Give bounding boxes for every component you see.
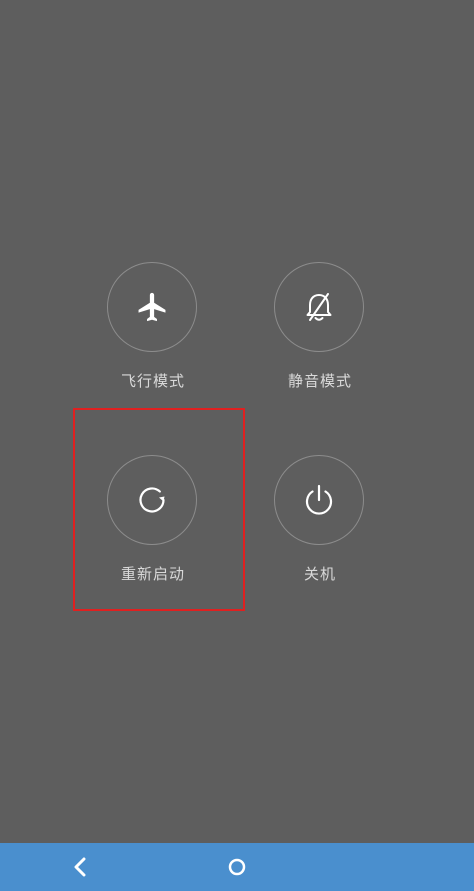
back-button[interactable]: [64, 853, 96, 881]
airplane-mode-label: 飞行模式: [120, 372, 185, 390]
airplane-icon: [138, 292, 166, 322]
home-circle-icon: [228, 858, 246, 876]
airplane-mode-button[interactable]: [107, 262, 197, 352]
bell-off-icon: [306, 293, 332, 321]
power-menu-screen: 飞行模式 静音模式 重新启动 关机: [0, 0, 474, 891]
airplane-mode-action[interactable]: 飞行模式: [93, 262, 213, 402]
silent-mode-label: 静音模式: [287, 372, 352, 390]
power-off-button[interactable]: [274, 455, 364, 545]
power-off-label: 关机: [303, 565, 336, 583]
navigation-bar: [0, 843, 474, 891]
power-icon: [305, 484, 333, 515]
reboot-highlight-box: [73, 408, 245, 611]
power-off-action[interactable]: 关机: [260, 455, 380, 595]
silent-mode-button[interactable]: [274, 262, 364, 352]
silent-mode-action[interactable]: 静音模式: [260, 262, 380, 402]
home-button[interactable]: [221, 851, 253, 883]
back-chevron-icon: [74, 857, 86, 877]
